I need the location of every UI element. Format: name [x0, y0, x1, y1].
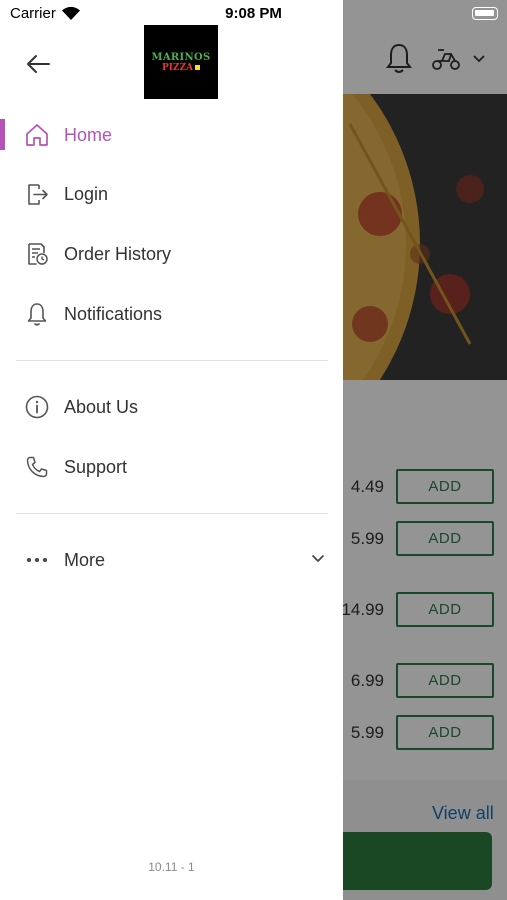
home-icon — [23, 121, 51, 149]
drawer-item-about-us[interactable]: About Us — [0, 379, 343, 435]
info-icon — [23, 393, 51, 421]
drawer-item-order-history[interactable]: Order History — [0, 226, 343, 282]
back-button[interactable] — [24, 50, 52, 78]
phone-icon — [23, 453, 51, 481]
drawer-item-notifications[interactable]: Notifications — [0, 286, 343, 342]
drawer-item-label: Support — [64, 456, 128, 477]
drawer-divider — [16, 360, 328, 361]
drawer-item-label: Home — [64, 124, 113, 145]
login-icon — [23, 180, 51, 208]
logo-line2: PIZZA — [161, 62, 194, 73]
navigation-drawer: Carrier MARINOS PIZZA Home Login Order H… — [0, 0, 343, 900]
drawer-item-home[interactable]: Home — [0, 107, 343, 163]
back-arrow-icon — [27, 55, 50, 73]
drawer-item-label: Notifications — [64, 303, 163, 324]
drawer-item-label: Login — [64, 183, 109, 204]
drawer-item-more[interactable]: More — [0, 532, 343, 588]
drawer-item-label: About Us — [64, 396, 139, 417]
order-history-icon — [23, 240, 51, 268]
drawer-item-label: Order History — [64, 243, 172, 264]
drawer-divider — [16, 513, 328, 514]
logo-line1: MARINOS — [151, 51, 211, 63]
app-version: 10.11 - 1 — [148, 860, 195, 874]
drawer-item-label: More — [64, 549, 106, 570]
drawer-item-login[interactable]: Login — [0, 166, 343, 222]
chevron-down-icon[interactable] — [310, 553, 326, 565]
status-time: 9:08 PM — [225, 5, 282, 22]
bell-icon — [23, 300, 51, 328]
restaurant-logo: MARINOS PIZZA — [144, 25, 218, 99]
more-dots-icon — [23, 546, 51, 574]
drawer-item-support[interactable]: Support — [0, 439, 343, 495]
